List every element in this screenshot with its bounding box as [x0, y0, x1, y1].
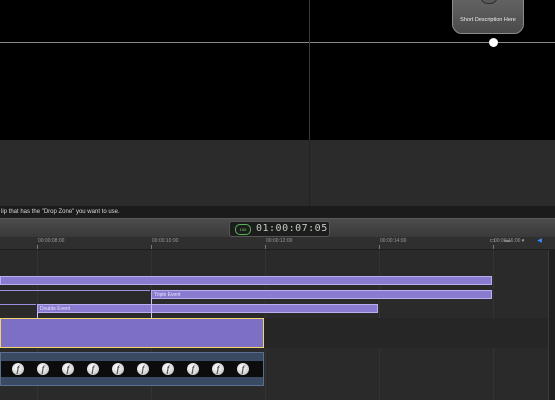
selected-primary-clip[interactable] [0, 318, 264, 348]
ruler-tick [37, 245, 38, 249]
help-text: lip that has the "Drop Zone" you want to… [0, 206, 555, 218]
connected-clip-gap [0, 290, 150, 300]
timecode-badge-icon: 100 [235, 224, 251, 235]
ruler-tick-label: 00:00:12:00 [266, 238, 293, 244]
viewer-lower-divider [309, 140, 310, 206]
filmstrip: f f f f f f f f f f [1, 361, 263, 377]
facebook-icon: f [112, 363, 124, 375]
snapping-icon[interactable]: ◀ [535, 238, 544, 245]
skimming-icon[interactable]: ▬ [503, 238, 512, 245]
timeline: Triple Event Double Event f f f f f f f … [0, 250, 548, 400]
timecode-display[interactable]: 100 01:00:07:05 [229, 221, 330, 237]
ruler-tick-label: 00:00:10:00 [152, 238, 179, 244]
ruler-tick [265, 245, 266, 249]
facebook-icon: f [237, 363, 249, 375]
ruler-tick [493, 245, 494, 249]
facebook-icon: f [12, 363, 24, 375]
facebook-icon: f [137, 363, 149, 375]
facebook-icon: f [87, 363, 99, 375]
facebook-icon: f [37, 363, 49, 375]
ruler-tick [379, 245, 380, 249]
facebook-icon: f [212, 363, 224, 375]
facebook-icon: f [62, 363, 74, 375]
viewer-guide-vertical [309, 0, 310, 140]
triple-event-clip[interactable]: Triple Event [151, 290, 492, 299]
connected-clip-gap [0, 304, 36, 314]
ruler-tick-label: 00:00:14:00 [380, 238, 407, 244]
viewer: Short Description Here [0, 0, 555, 140]
timecode-toolbar: 100 01:00:07:05 [0, 218, 555, 238]
triple-event-label: Triple Event [154, 292, 181, 298]
timecode-value: 01:00:07:05 [256, 223, 328, 234]
viewer-lower-panel [0, 140, 555, 206]
facebook-icon: f [162, 363, 174, 375]
double-event-clip[interactable]: Double Event [37, 304, 378, 313]
tile-label: Short Description Here [460, 17, 516, 23]
position-handle[interactable] [489, 38, 498, 47]
connected-clip-top[interactable] [0, 276, 492, 285]
tile-icon [480, 0, 498, 4]
ruler-tick [151, 245, 152, 249]
double-event-label: Double Event [40, 306, 71, 312]
audio-skimming-icon[interactable]: ◐ [519, 238, 528, 245]
clip-appearance-icon[interactable]: ▭ [488, 238, 497, 245]
viewer-guide-horizontal [0, 42, 555, 43]
timeline-ruler[interactable]: 00:00:08:00 00:00:10:00 00:00:12:00 00:0… [0, 237, 555, 250]
timeline-scrollbar[interactable] [548, 250, 555, 400]
connection-marker [151, 298, 152, 319]
drop-zone-tile[interactable]: Short Description Here [452, 0, 524, 34]
ruler-tick-label: 00:00:08:00 [38, 238, 65, 244]
facebook-icon: f [187, 363, 199, 375]
filmstrip-clip[interactable]: f f f f f f f f f f [0, 352, 264, 386]
